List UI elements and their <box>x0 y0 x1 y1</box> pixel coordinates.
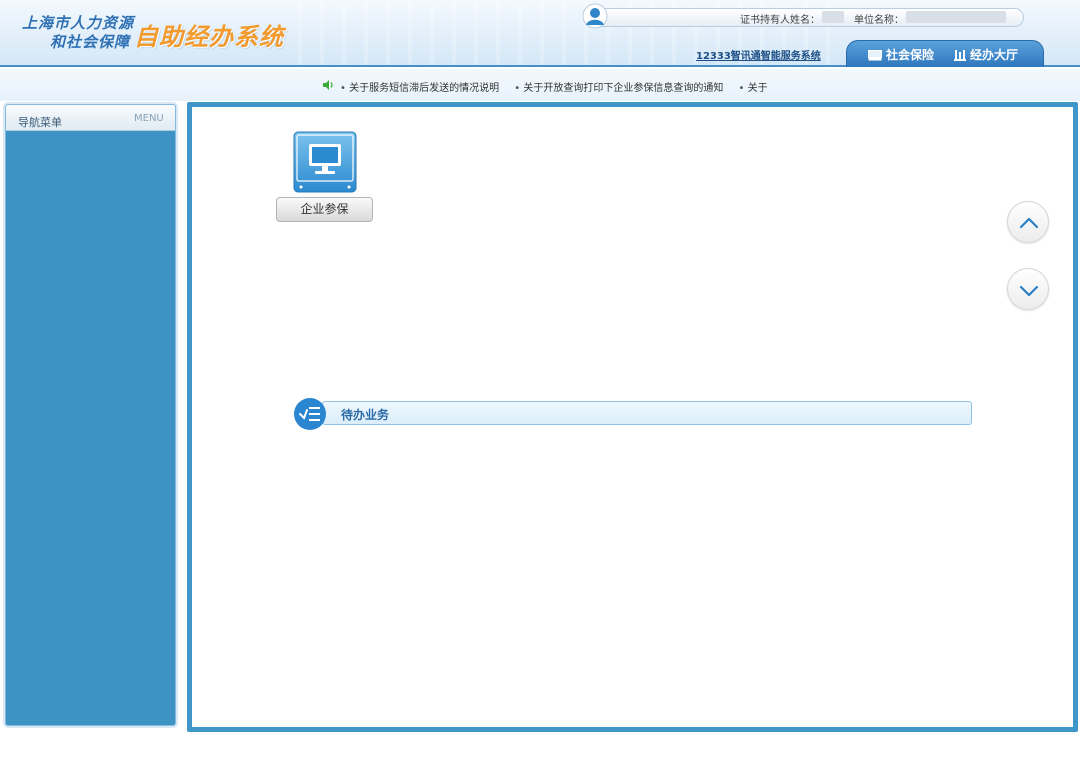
unit-name-label: 单位名称： <box>854 15 904 26</box>
sidebar-header: 导航菜单 MENU <box>6 105 175 131</box>
tab-service-hall-label: 经办大厅 <box>970 48 1019 62</box>
building-icon <box>954 50 966 61</box>
tab-service-hall[interactable]: 经办大厅 <box>954 46 1018 63</box>
checklist-icon <box>294 398 326 430</box>
user-avatar-icon <box>582 3 608 29</box>
todo-section-bar[interactable] <box>322 401 972 425</box>
logo-org-line1: 上海市人力资源 <box>22 14 135 32</box>
notice-link[interactable]: 关于服务短信滞后发送的情况说明 <box>340 79 499 93</box>
system-title: 自助经办系统 <box>134 22 284 51</box>
chevron-up-icon <box>1019 217 1039 229</box>
tab-social-insurance[interactable]: 社会保险 <box>868 46 934 63</box>
navigation-sidebar: 导航菜单 MENU <box>5 104 176 726</box>
monitor-icon <box>868 50 882 61</box>
enterprise-insurance-button[interactable]: 企业参保 <box>276 197 373 222</box>
tab-social-insurance-label: 社会保险 <box>886 48 935 62</box>
speaker-icon <box>323 80 333 90</box>
scroll-up-button[interactable] <box>1007 201 1049 243</box>
notice-link[interactable]: 关于开放查询打印下企业参保信息查询的通知 <box>514 79 723 93</box>
sidebar-title: 导航菜单 <box>18 116 62 129</box>
todo-section-title: 待办业务 <box>341 408 390 422</box>
app-window: 上海市人力资源 和社会保障 自助经办系统 证书持有人姓名： 单位名称： 1233… <box>0 0 1080 770</box>
logo-org-line2: 和社会保障 <box>50 33 131 51</box>
notice-ticker: 关于服务短信滞后发送的情况说明 关于开放查询打印下企业参保信息查询的通知 关于 <box>340 79 768 93</box>
unit-name-value <box>906 11 1006 23</box>
notice-link[interactable]: 关于 <box>739 79 768 93</box>
computer-monitor-icon[interactable] <box>293 131 357 193</box>
holder-name-label: 证书持有人姓名： <box>740 15 820 26</box>
holder-name-value <box>822 11 844 23</box>
sidebar-title-en: MENU <box>134 113 164 124</box>
scroll-down-button[interactable] <box>1007 268 1049 310</box>
link-12333-service[interactable]: 12333智讯通智能服务系统 <box>696 47 821 62</box>
chevron-down-icon <box>1019 285 1039 297</box>
